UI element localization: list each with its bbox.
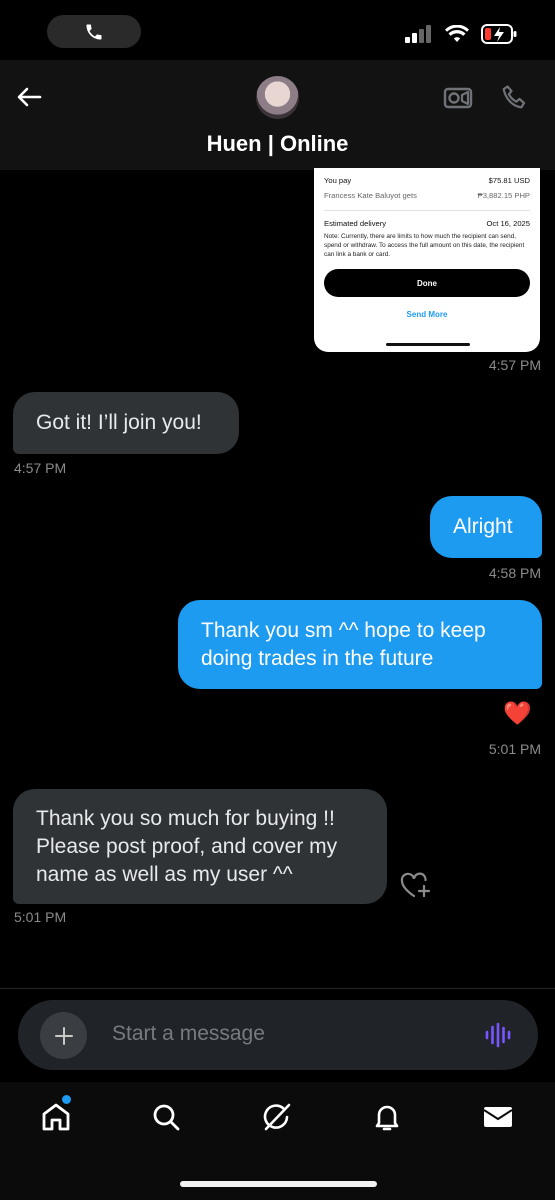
message-timestamp: 4:57 PM — [14, 460, 67, 476]
page-title[interactable]: Huen | Online — [0, 131, 555, 157]
back-arrow-icon[interactable] — [14, 82, 44, 112]
message-input[interactable]: Start a message — [112, 1022, 265, 1046]
outgoing-message-bubble[interactable]: Thank you sm ^^ hope to keep doing trade… — [178, 600, 542, 689]
recipient-label: Francess Kate Baluyot gets — [324, 191, 417, 200]
heart-reaction-icon[interactable]: ❤️ — [503, 700, 532, 726]
video-call-icon[interactable] — [443, 83, 473, 113]
plus-icon — [54, 1026, 73, 1045]
message-timestamp: 5:01 PM — [488, 741, 541, 757]
send-more-link: Send More — [406, 310, 448, 319]
tab-notifications[interactable] — [368, 1098, 406, 1136]
receipt-image-message[interactable]: You pay $75.81 USD Francess Kate Baluyot… — [314, 168, 540, 352]
wifi-icon — [445, 25, 469, 42]
home-icon — [42, 1103, 70, 1131]
status-icons — [405, 24, 517, 44]
divider — [324, 210, 530, 211]
add-reaction-icon[interactable] — [400, 872, 432, 900]
delivery-value: Oct 16, 2025 — [486, 219, 530, 228]
active-call-pill[interactable] — [47, 15, 141, 48]
phone-icon — [86, 24, 102, 39]
notification-dot — [62, 1095, 71, 1104]
message-timestamp: 5:01 PM — [14, 909, 67, 925]
tab-messages[interactable] — [479, 1098, 517, 1136]
home-indicator — [386, 343, 470, 346]
add-attachment-button[interactable] — [40, 1012, 87, 1059]
grok-icon — [263, 1103, 291, 1131]
you-pay-value: $75.81 USD — [488, 176, 530, 185]
avatar[interactable] — [256, 76, 299, 119]
voice-message-icon[interactable] — [484, 1021, 512, 1049]
incoming-message-bubble[interactable]: Got it! I’ll join you! — [13, 392, 239, 454]
tab-search[interactable] — [147, 1098, 185, 1136]
message-timestamp: 4:57 PM — [488, 357, 541, 373]
outgoing-message-bubble[interactable]: Alright — [430, 496, 542, 558]
mail-icon — [483, 1107, 513, 1127]
message-timestamp: 4:58 PM — [488, 565, 541, 581]
tab-home[interactable] — [37, 1098, 75, 1136]
divider — [0, 988, 555, 989]
incoming-message-bubble[interactable]: Thank you so much for buying !! Please p… — [13, 789, 387, 904]
done-button: Done — [324, 269, 530, 297]
phone-call-icon[interactable] — [499, 83, 529, 113]
search-icon — [153, 1104, 180, 1131]
cellular-signal-icon — [405, 25, 431, 43]
message-composer[interactable] — [18, 1000, 538, 1070]
tab-grok[interactable] — [258, 1098, 296, 1136]
recipient-value: ₱3,882.15 PHP — [477, 191, 530, 200]
bell-icon — [375, 1105, 399, 1131]
home-indicator — [180, 1181, 377, 1187]
battery-icon — [481, 24, 517, 44]
you-pay-label: You pay — [324, 176, 352, 185]
receipt-note: Note: Currently, there are limits to how… — [324, 233, 525, 258]
delivery-label: Estimated delivery — [324, 219, 387, 228]
